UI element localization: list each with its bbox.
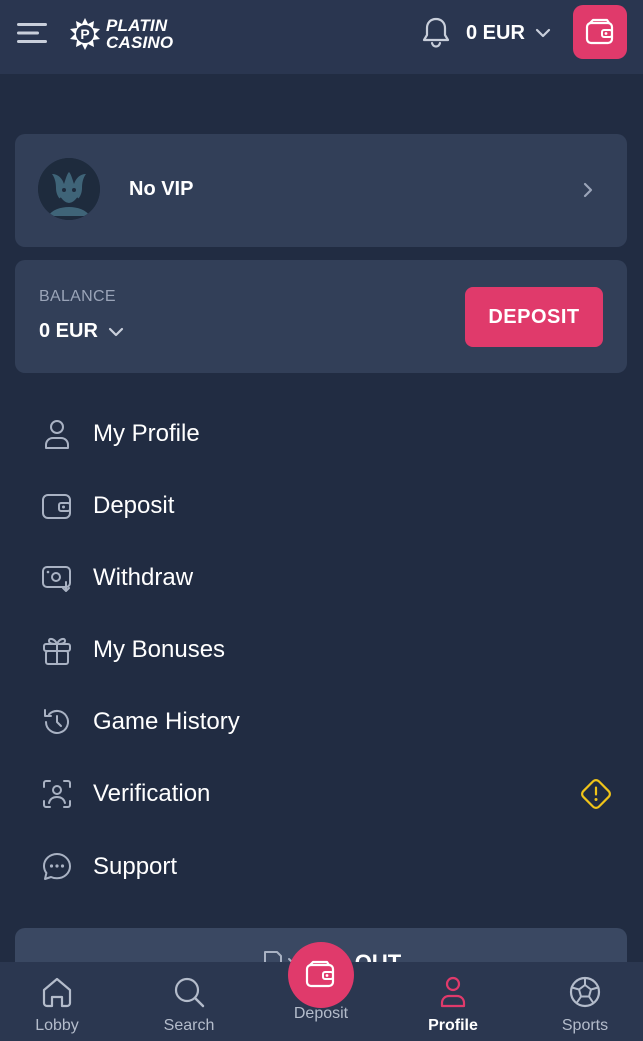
menu-item-my-bonuses[interactable]: My Bonuses [15, 620, 627, 680]
menu-label: Verification [93, 780, 211, 807]
menu-item-game-history[interactable]: Game History [15, 692, 627, 752]
nav-label: Search [163, 1017, 215, 1034]
vip-avatar [38, 158, 100, 220]
menu-item-deposit[interactable]: Deposit [15, 476, 627, 536]
menu-label: My Profile [93, 420, 200, 447]
brand-line2: CASINO [106, 33, 174, 52]
svg-text:P: P [80, 26, 89, 42]
vip-status: No VIP [129, 178, 194, 200]
jester-icon [38, 158, 100, 220]
warning-icon [581, 779, 611, 809]
menu-item-verification[interactable]: Verification [15, 764, 627, 824]
withdraw-icon [41, 562, 73, 594]
nav-profile[interactable]: Profile [389, 962, 517, 1041]
gift-icon [41, 634, 73, 666]
vip-card[interactable]: No VIP [15, 134, 627, 247]
wallet-button[interactable] [573, 5, 627, 59]
chevron-right-icon [583, 182, 593, 198]
soccer-ball-icon [568, 974, 602, 1010]
menu-item-my-profile[interactable]: My Profile [15, 404, 627, 464]
nav-search[interactable]: Search [125, 962, 253, 1041]
header-balance: 0 EUR [466, 21, 525, 44]
deposit-fab-button[interactable] [288, 942, 354, 1008]
menu-label: My Bonuses [93, 636, 226, 663]
nav-label: Lobby [35, 1017, 79, 1034]
wallet-icon [585, 18, 614, 45]
bell-icon[interactable] [420, 16, 452, 50]
verification-icon [41, 778, 73, 810]
nav-lobby[interactable]: Lobby [0, 962, 121, 1041]
nav-label: Profile [428, 1017, 478, 1034]
history-icon [41, 706, 73, 738]
menu-item-withdraw[interactable]: Withdraw [15, 548, 627, 608]
menu-label: Deposit [93, 492, 175, 519]
balance-card: BALANCE 0 EUR DEPOSIT [15, 260, 627, 373]
menu-label: Withdraw [93, 564, 194, 591]
balance-label: BALANCE [39, 288, 116, 305]
deposit-button[interactable]: DEPOSIT [465, 287, 603, 347]
menu-label: Support [93, 853, 178, 880]
top-header: P PLATIN CASINO 0 EUR [0, 0, 643, 74]
menu-item-support[interactable]: Support [15, 837, 627, 897]
chevron-down-icon [535, 28, 551, 38]
brand-line1: PLATIN [106, 16, 168, 35]
balance-value: 0 EUR [39, 320, 98, 342]
chat-icon [41, 851, 73, 883]
nav-label: Sports [561, 1017, 609, 1034]
wallet-icon [41, 490, 73, 522]
header-balance-selector[interactable]: 0 EUR [466, 20, 551, 46]
brand-logo[interactable]: P PLATIN CASINO [68, 14, 173, 54]
chevron-down-icon [108, 327, 124, 336]
menu-label: Game History [93, 708, 240, 735]
logo-emblem-icon: P [70, 18, 100, 50]
menu-icon[interactable] [17, 21, 49, 45]
nav-sports[interactable]: Sports [521, 962, 643, 1041]
wallet-icon [305, 960, 335, 988]
balance-currency-selector[interactable]: 0 EUR [39, 320, 124, 343]
search-icon [172, 974, 206, 1010]
user-icon [439, 974, 467, 1010]
user-icon [41, 418, 73, 450]
home-icon [40, 974, 74, 1010]
